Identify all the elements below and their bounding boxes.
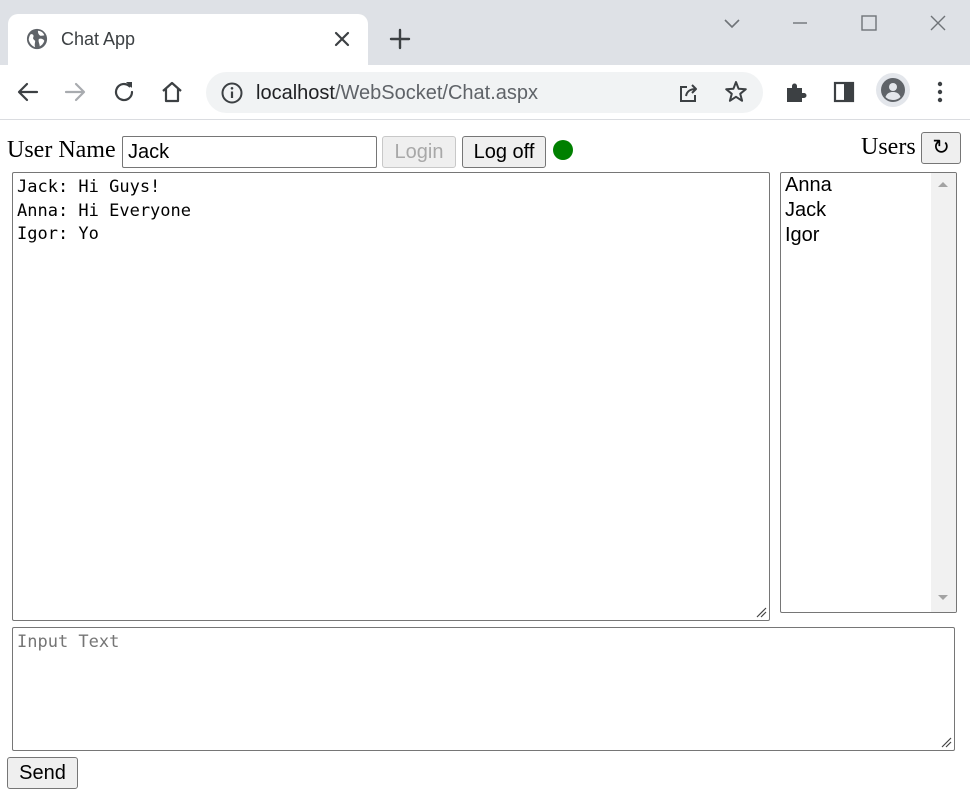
refresh-icon: ↻ bbox=[932, 136, 950, 159]
browser-toolbar: localhost/WebSocket/Chat.aspx bbox=[0, 65, 970, 120]
chat-log[interactable]: Jack: Hi Guys! Anna: Hi Everyone Igor: Y… bbox=[12, 172, 770, 621]
scroll-up-arrow-icon[interactable] bbox=[937, 180, 949, 188]
browser-tab[interactable]: Chat App bbox=[8, 14, 368, 65]
send-button[interactable]: Send bbox=[7, 757, 78, 789]
close-tab-icon[interactable] bbox=[332, 29, 352, 49]
chat-message: Anna: Hi Everyone bbox=[17, 200, 191, 221]
globe-icon bbox=[26, 28, 48, 50]
users-listbox[interactable]: Anna Jack Igor bbox=[780, 172, 957, 613]
users-label: Users bbox=[861, 134, 916, 160]
share-icon[interactable] bbox=[676, 80, 702, 106]
maximize-icon[interactable] bbox=[856, 10, 882, 36]
message-input[interactable] bbox=[12, 627, 955, 751]
users-scrollbar[interactable] bbox=[931, 173, 956, 612]
resize-grip-icon[interactable] bbox=[755, 606, 767, 618]
user-list-item[interactable]: Igor bbox=[785, 223, 819, 248]
url-text[interactable]: localhost/WebSocket/Chat.aspx bbox=[256, 81, 538, 105]
tab-title: Chat App bbox=[61, 29, 136, 49]
new-tab-icon[interactable] bbox=[388, 27, 412, 51]
back-arrow-icon[interactable] bbox=[15, 79, 41, 105]
side-panel-icon[interactable] bbox=[831, 79, 857, 105]
forward-arrow-icon[interactable] bbox=[62, 79, 88, 105]
profile-icon bbox=[881, 78, 905, 102]
user-list-item[interactable]: Anna bbox=[785, 173, 832, 198]
resize-grip-icon[interactable] bbox=[940, 736, 952, 748]
username-label: User Name bbox=[7, 137, 116, 163]
url-host: localhost bbox=[256, 82, 335, 104]
refresh-users-button[interactable]: ↻ bbox=[921, 132, 961, 164]
browser-tab-strip: Chat App bbox=[0, 0, 970, 65]
login-button[interactable]: Login bbox=[382, 136, 456, 168]
tab-search-chevron-icon[interactable] bbox=[719, 10, 745, 36]
bookmark-star-icon[interactable] bbox=[723, 79, 749, 105]
username-input[interactable] bbox=[122, 136, 377, 168]
window-close-icon[interactable] bbox=[925, 10, 951, 36]
chat-message: Jack: Hi Guys! bbox=[17, 177, 161, 197]
site-info-icon[interactable] bbox=[220, 81, 244, 105]
connection-status-indicator bbox=[553, 140, 573, 160]
profile-avatar[interactable] bbox=[876, 73, 910, 107]
address-bar[interactable]: localhost/WebSocket/Chat.aspx bbox=[206, 72, 763, 113]
extensions-puzzle-icon[interactable] bbox=[783, 79, 809, 105]
minimize-icon[interactable] bbox=[787, 10, 813, 36]
url-path: /WebSocket/Chat.aspx bbox=[334, 82, 539, 104]
browser-menu-icon[interactable] bbox=[927, 79, 953, 105]
scroll-down-arrow-icon[interactable] bbox=[937, 594, 949, 602]
home-icon[interactable] bbox=[159, 79, 185, 105]
reload-icon[interactable] bbox=[111, 79, 137, 105]
logoff-button[interactable]: Log off bbox=[462, 136, 546, 168]
user-list-item[interactable]: Jack bbox=[785, 198, 826, 223]
chat-message: Igor: Yo bbox=[17, 224, 99, 244]
